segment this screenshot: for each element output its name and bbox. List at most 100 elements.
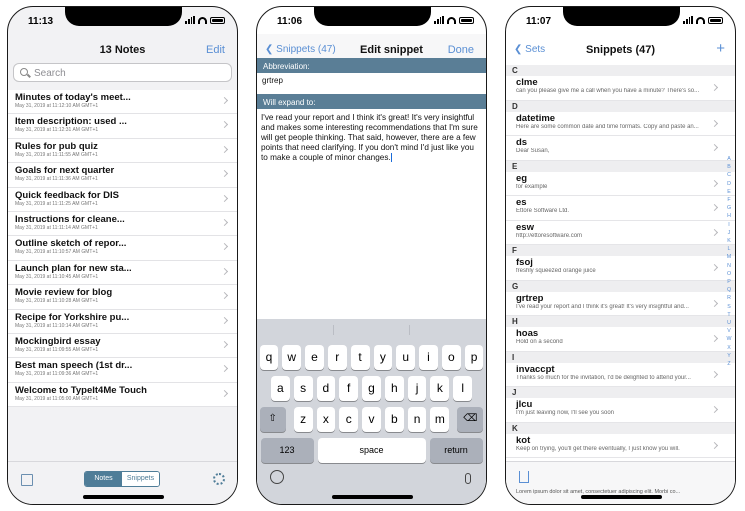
index-letter[interactable]: N xyxy=(725,262,733,270)
letter-key[interactable]: z xyxy=(293,407,313,432)
section-index[interactable]: ABCDEFGHIJKLMNOPQRSTUVWXYZ xyxy=(725,155,733,368)
snippet-row[interactable]: esw http://ettoresoftware.com xyxy=(506,220,735,245)
note-row[interactable]: Quick feedback for DIS May 31, 2019 at 11… xyxy=(8,188,237,212)
letter-key[interactable]: l xyxy=(453,376,473,401)
done-button[interactable]: Done xyxy=(448,44,474,56)
index-letter[interactable]: A xyxy=(725,155,733,163)
note-row[interactable]: Minutes of today's meet... May 31, 2019 a… xyxy=(8,90,237,115)
note-date: May 31, 2019 at 11:10:14 AM GMT+1 xyxy=(15,322,99,329)
letter-key[interactable]: k xyxy=(430,376,450,401)
letter-key[interactable]: f xyxy=(339,376,359,401)
letter-key[interactable]: p xyxy=(464,345,484,370)
index-letter[interactable]: H xyxy=(725,212,733,220)
index-letter[interactable]: X xyxy=(725,344,733,352)
index-letter[interactable]: L xyxy=(725,245,733,253)
index-letter[interactable]: U xyxy=(725,319,733,327)
letter-key[interactable]: h xyxy=(384,376,404,401)
numbers-key[interactable]: 123 xyxy=(260,438,314,463)
compose-icon[interactable] xyxy=(21,474,33,486)
index-letter[interactable]: F xyxy=(725,196,733,204)
letter-key[interactable]: j xyxy=(407,376,427,401)
search-input[interactable]: Search xyxy=(13,63,232,82)
index-letter[interactable]: M xyxy=(725,253,733,261)
letter-key[interactable]: t xyxy=(350,345,370,370)
note-row[interactable]: Instructions for cleane... May 31, 2019 a… xyxy=(8,212,237,237)
letter-key[interactable]: b xyxy=(384,407,404,432)
letter-key[interactable]: i xyxy=(419,345,438,370)
space-key[interactable]: space xyxy=(317,438,426,463)
index-letter[interactable]: D xyxy=(725,180,733,188)
snippet-row[interactable]: kot Keep on trying, you'll get there even… xyxy=(506,433,735,458)
letter-key[interactable]: a xyxy=(270,376,290,401)
letter-key[interactable]: c xyxy=(339,407,359,432)
snippet-row[interactable]: jlcu I'm just leaving now, I'll see you s… xyxy=(506,398,735,423)
abbreviation-field[interactable]: grtrep xyxy=(257,73,486,94)
microphone-icon[interactable] xyxy=(465,473,471,484)
segment-notes[interactable]: Notes xyxy=(85,472,122,486)
note-row[interactable]: Item description: used ... May 31, 2019 a… xyxy=(8,114,237,139)
note-row[interactable]: Launch plan for new sta... May 31, 2019 a… xyxy=(8,261,237,286)
index-letter[interactable]: J xyxy=(725,229,733,237)
note-row[interactable]: Recipe for Yorkshire pu... May 31, 2019 a… xyxy=(8,310,237,334)
index-letter[interactable]: T xyxy=(725,311,733,319)
index-letter[interactable]: K xyxy=(725,237,733,245)
letter-key[interactable]: v xyxy=(362,407,381,432)
letter-key[interactable]: m xyxy=(430,407,450,432)
snippet-row[interactable]: eg for example xyxy=(506,171,735,196)
snippet-row[interactable]: es Ettore Software Ltd. xyxy=(506,196,735,221)
snippet-row[interactable]: grtrep I've read your report and I think … xyxy=(506,291,735,316)
letter-key[interactable]: o xyxy=(441,345,461,370)
letter-key[interactable]: u xyxy=(396,345,416,370)
letter-key[interactable]: d xyxy=(316,376,336,401)
segment-snippets[interactable]: Snippets xyxy=(122,472,159,486)
index-letter[interactable]: I xyxy=(725,221,733,229)
snippet-row[interactable]: clme can you please give me a call when y… xyxy=(506,76,735,101)
letter-key[interactable]: r xyxy=(327,345,347,370)
edit-button[interactable]: Edit xyxy=(206,44,225,56)
return-key[interactable]: return xyxy=(429,438,483,463)
letter-key[interactable]: g xyxy=(362,376,381,401)
add-snippet-button[interactable]: + xyxy=(716,40,725,57)
index-letter[interactable]: Y xyxy=(725,352,733,360)
index-letter[interactable]: V xyxy=(725,327,733,335)
notes-snippets-segmented-control[interactable]: Notes Snippets xyxy=(84,471,160,487)
index-letter[interactable]: E xyxy=(725,188,733,196)
section-header: D xyxy=(506,100,735,112)
section-header: K xyxy=(506,422,735,434)
delete-key[interactable]: ⌫ xyxy=(457,407,484,432)
note-row[interactable]: Outline sketch of repor... May 31, 2019 a… xyxy=(8,236,237,261)
snippet-row[interactable]: ds Dear Susan, xyxy=(506,136,735,161)
shift-key[interactable]: ⇧ xyxy=(259,407,286,432)
letter-key[interactable]: n xyxy=(407,407,427,432)
snippet-row[interactable]: fsoj freshly squeezed orange juice xyxy=(506,256,735,281)
note-row[interactable]: Mockingbird essay May 31, 2019 at 11:09:5… xyxy=(8,334,237,359)
index-letter[interactable]: Z xyxy=(725,360,733,368)
letter-key[interactable]: x xyxy=(316,407,336,432)
note-row[interactable]: Movie review for blog May 31, 2019 at 11:… xyxy=(8,285,237,310)
emoji-icon[interactable] xyxy=(270,470,284,484)
snippet-row[interactable]: datetime Here are some common date and ti… xyxy=(506,111,735,136)
note-row[interactable]: Goals for next quarter May 31, 2019 at 11… xyxy=(8,163,237,188)
snippet-row[interactable]: hoas Hold on a second xyxy=(506,327,735,352)
share-icon[interactable] xyxy=(519,471,529,483)
letter-key[interactable]: s xyxy=(293,376,313,401)
expansion-textarea[interactable]: I've read your report and I think it's g… xyxy=(257,109,486,319)
snippet-row[interactable]: invaccpt Thanks so much for the invitatio… xyxy=(506,362,735,387)
letter-key[interactable]: e xyxy=(305,345,324,370)
index-letter[interactable]: O xyxy=(725,270,733,278)
index-letter[interactable]: C xyxy=(725,171,733,179)
index-letter[interactable]: P xyxy=(725,278,733,286)
letter-key[interactable]: y xyxy=(373,345,393,370)
letter-key[interactable]: q xyxy=(259,345,279,370)
index-letter[interactable]: Q xyxy=(725,286,733,294)
index-letter[interactable]: W xyxy=(725,335,733,343)
index-letter[interactable]: G xyxy=(725,204,733,212)
letter-key[interactable]: w xyxy=(282,345,302,370)
note-row[interactable]: Rules for pub quiz May 31, 2019 at 11:11:… xyxy=(8,139,237,164)
gear-icon[interactable] xyxy=(213,473,225,485)
index-letter[interactable]: B xyxy=(725,163,733,171)
note-row[interactable]: Welcome to TypeIt4Me Touch May 31, 2019 a… xyxy=(8,383,237,408)
index-letter[interactable]: S xyxy=(725,303,733,311)
note-row[interactable]: Best man speech (1st dr... May 31, 2019 a… xyxy=(8,358,237,383)
index-letter[interactable]: R xyxy=(725,294,733,302)
